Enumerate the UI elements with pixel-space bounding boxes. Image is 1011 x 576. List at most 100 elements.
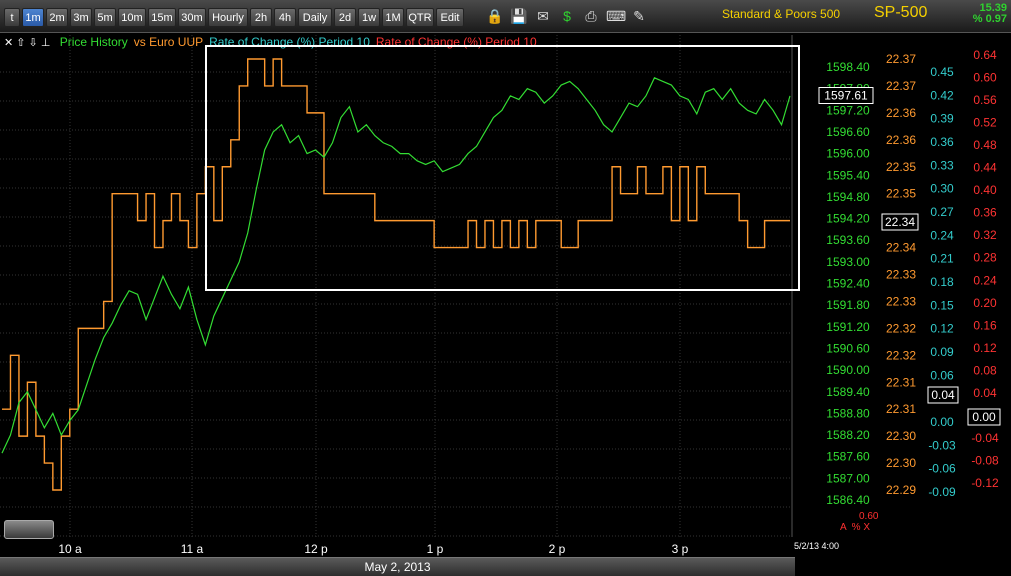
price-tick-5: 1595.40 [826,168,870,182]
roc-cyan-tick-5: 0.30 [930,182,954,196]
roc-cyan-tick-11: 0.12 [930,322,954,336]
timeframe-button-1w[interactable]: 1w [358,8,380,27]
print-icon[interactable]: ⎙ [582,7,600,25]
roc-cyan-tick-12: 0.09 [930,345,954,359]
x-tick-label-0: 10 a [58,542,82,556]
price-tick-2: 1597.20 [826,103,870,117]
scroll-thumb[interactable] [4,520,54,539]
uup-tick-5: 22.35 [886,187,916,201]
roc-red-tick-14: 0.08 [973,363,997,377]
timeframe-button-1m[interactable]: 1m [22,8,44,27]
price-tick-13: 1590.60 [826,341,870,355]
roc-red-tick-2: 0.56 [973,93,997,107]
price-tick-19: 1587.00 [826,471,870,485]
date-bar: May 2, 2013 [0,557,795,576]
price-tick-4: 1596.00 [826,147,870,161]
chart-canvas[interactable]: 10 a11 a12 p1 p2 p3 p1598.401597.801597.… [0,32,1011,557]
roc-red-tick-12: 0.16 [973,318,997,332]
timeframe-button-hourly[interactable]: Hourly [208,8,248,27]
date-label: May 2, 2013 [364,560,431,574]
roc-cyan-tick-15: 0.00 [930,415,954,429]
uup-tick-1: 22.37 [886,79,916,93]
timeframe-button-2h[interactable]: 2h [250,8,272,27]
price-tick-7: 1594.20 [826,212,870,226]
roc-cyan-tick-13: 0.06 [930,368,954,382]
roc-red-tick-17: -0.04 [971,431,999,445]
save-icon[interactable]: 💾 [510,7,528,25]
roc-red-tick-18: -0.08 [971,453,999,467]
uup-tick-9: 22.33 [886,294,916,308]
x-tick-label-2: 12 p [304,542,328,556]
roc-cyan-tick-10: 0.15 [930,298,954,312]
price-tick-10: 1592.40 [826,277,870,291]
roc-cyan-tick-17: -0.06 [928,462,956,476]
timeframe-button-daily[interactable]: Daily [298,8,332,27]
roc-red-tick-9: 0.28 [973,251,997,265]
timeframe-button-2m[interactable]: 2m [46,8,68,27]
roc-red-tick-11: 0.20 [973,296,997,310]
price-tick-18: 1587.60 [826,450,870,464]
uup-tick-10: 22.32 [886,321,916,335]
x-tick-label-5: 3 p [672,542,689,556]
change-percent: % 0.97 [972,13,1007,25]
email-icon[interactable]: ✉ [534,7,552,25]
x-tick-label-1: 11 a [181,542,204,556]
series-line-price [1,77,791,454]
price-tick-9: 1593.00 [826,255,870,269]
timeframe-button-5m[interactable]: 5m [94,8,116,27]
timeframe-button-4h[interactable]: 4h [274,8,296,27]
uup-tick-8: 22.33 [886,268,916,282]
timeframe-button-10m[interactable]: 10m [118,8,146,27]
timeframe-button-15m[interactable]: 15m [148,8,176,27]
symbol-ticker[interactable]: SP-500 [874,4,927,22]
symbol-change: 15.39 % 0.97 [973,3,1007,25]
roc-red-tick-8: 0.32 [973,228,997,242]
roc-cyan-tick-4: 0.33 [930,158,954,172]
roc-red-tick-15: 0.04 [973,386,997,400]
x-tick-label-4: 2 p [549,542,566,556]
timeframe-button-30m[interactable]: 30m [178,8,206,27]
timeframe-button-1m[interactable]: 1M [382,8,404,27]
price-tick-16: 1588.80 [826,406,870,420]
symbol-name: Standard & Poors 500 [722,7,841,21]
timeframe-button-qtr[interactable]: QTR [406,8,434,27]
uup-tick-11: 22.32 [886,348,916,362]
roc-cyan-tick-18: -0.09 [928,485,956,499]
uup-tick-3: 22.36 [886,133,916,147]
uup-tick-16: 22.29 [886,483,916,497]
toolbar: t 1m 2m 3m 5m 10m 15m 30m Hourly 2h 4h Daily 2d 1w 1M Q… [0,0,1011,33]
price-tick-15: 1589.40 [826,385,870,399]
dollar-icon[interactable]: $ [558,7,576,25]
price-tick-8: 1593.60 [826,233,870,247]
roc-red-tick-3: 0.52 [973,116,997,130]
roc-cyan-tick-9: 0.18 [930,275,954,289]
corner-icons[interactable]: A % X [840,522,870,533]
uup-tick-0: 22.37 [886,52,916,66]
x-tick-label-3: 1 p [427,542,444,556]
lock-icon[interactable]: 🔒 [486,7,504,25]
timeframe-button-t[interactable]: t [4,8,20,27]
roc-cyan-tick-16: -0.03 [928,438,956,452]
uup-tick-13: 22.31 [886,402,916,416]
roc-red-tick-4: 0.48 [973,138,997,152]
price-tick-0: 1598.40 [826,60,870,74]
roc-cyan-tick-0: 0.45 [930,65,954,79]
roc-cyan-tick-3: 0.36 [930,135,954,149]
timeframe-button-2d[interactable]: 2d [334,8,356,27]
uup-current-value: 22.34 [885,215,915,229]
roc-cyan-tick-6: 0.27 [930,205,954,219]
price-tick-6: 1594.80 [826,190,870,204]
pencil-icon[interactable]: ✎ [630,7,648,25]
price-tick-12: 1591.20 [826,320,870,334]
roc-red-tick-19: -0.12 [971,476,999,490]
price-tick-14: 1590.00 [826,363,870,377]
timeframe-button-3m[interactable]: 3m [70,8,92,27]
timeframe-button-edit[interactable]: Edit [436,8,464,27]
price-tick-3: 1596.60 [826,125,870,139]
roc-red-tick-0: 0.64 [973,48,997,62]
keyboard-icon[interactable]: ⌨ [606,7,626,25]
price-tick-20: 1586.40 [826,493,870,507]
roc-red-tick-10: 0.24 [973,273,997,287]
uup-tick-4: 22.35 [886,160,916,174]
roc-cyan-tick-2: 0.39 [930,112,954,126]
